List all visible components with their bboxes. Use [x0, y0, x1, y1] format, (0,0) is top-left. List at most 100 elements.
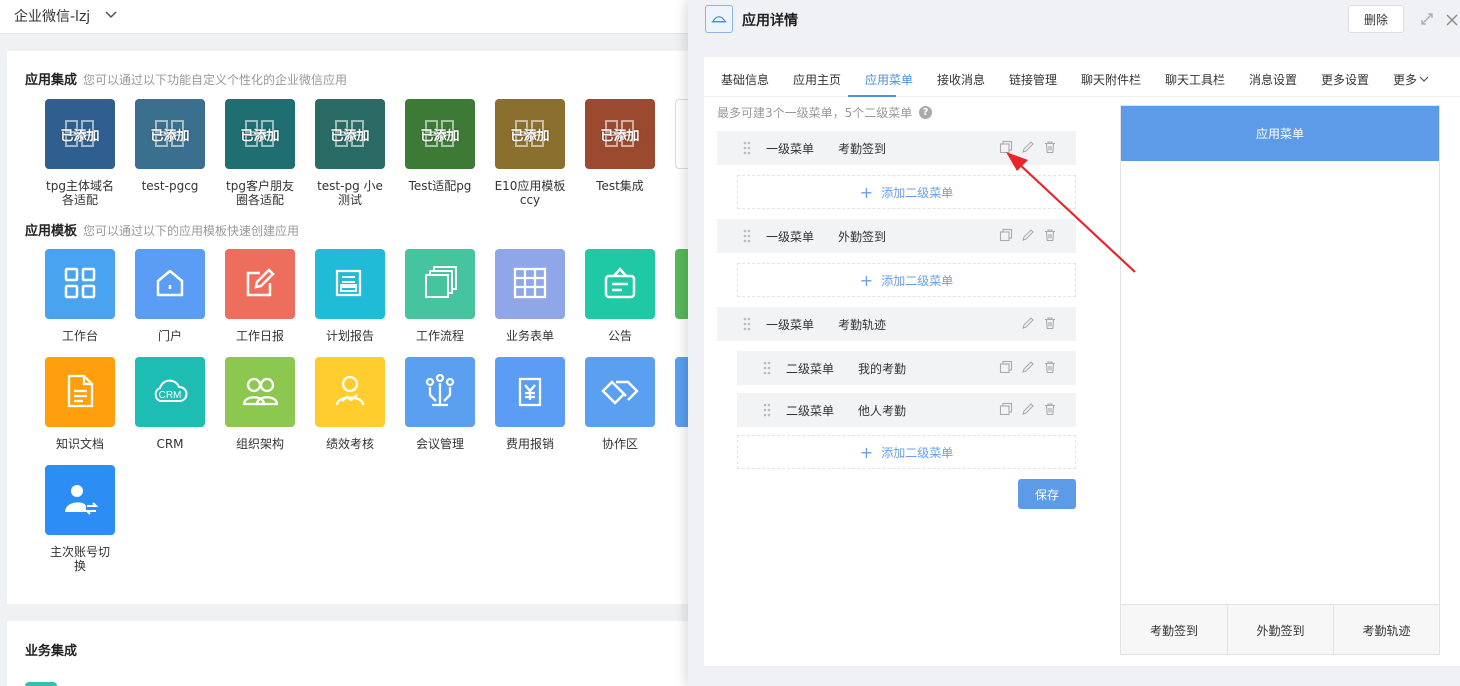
save-button[interactable]: 保存 — [1018, 479, 1076, 509]
tab-basic-info[interactable]: 基础信息 — [721, 71, 769, 88]
tab-app-menu[interactable]: 应用菜单 — [865, 71, 913, 88]
app-tile[interactable]: 已添加 — [315, 99, 385, 169]
added-badge: 已添加 — [60, 129, 100, 144]
app-tile[interactable]: CRM — [135, 357, 205, 427]
app-tile-label: 知识文档 — [35, 437, 125, 451]
tab-message-settings[interactable]: 消息设置 — [1249, 71, 1297, 88]
drag-handle-icon[interactable] — [763, 360, 771, 376]
app-tile-label: 协作区 — [575, 437, 665, 451]
meeting-icon — [420, 371, 460, 414]
app-tile[interactable] — [495, 249, 565, 319]
close-icon[interactable] — [1446, 12, 1458, 26]
added-badge: 已添加 — [240, 129, 280, 144]
app-tile-label: 费用报销 — [485, 437, 575, 451]
preview-tab[interactable]: 考勤签到 — [1121, 605, 1227, 655]
drag-handle-icon[interactable] — [743, 316, 751, 332]
app-tile-label-line: 知识文档 — [55, 437, 104, 451]
app-tile[interactable] — [405, 249, 475, 319]
added-badge: 已添加 — [150, 129, 190, 144]
add-submenu-button[interactable]: + 添加二级菜单 — [737, 175, 1076, 209]
app-tile[interactable] — [315, 249, 385, 319]
app-tile[interactable]: 已添加 — [225, 99, 295, 169]
app-tile-label: test-pg 小e 测试 — [305, 179, 395, 207]
app-tile[interactable] — [45, 357, 115, 427]
app-tile[interactable]: 已添加 — [495, 99, 565, 169]
added-badge: 已添加 — [600, 129, 640, 144]
templates-section-subtitle: 您可以通过以下的应用模板快速创建应用 — [83, 224, 300, 238]
app-tile[interactable] — [315, 357, 385, 427]
app-tile[interactable] — [585, 357, 655, 427]
app-tile[interactable]: 已添加 — [135, 99, 205, 169]
templates-section-title: 应用模板 您可以通过以下的应用模板快速创建应用 — [25, 224, 300, 239]
app-tile-label: 绩效考核 — [305, 437, 395, 451]
menu-row-level2[interactable]: 二级菜单 我的考勤 — [737, 351, 1076, 385]
svg-text:CRM: CRM — [159, 390, 182, 401]
app-tile-label: 业务表单 — [485, 329, 575, 343]
app-tile[interactable] — [495, 357, 565, 427]
add-submenu-button[interactable]: + 添加二级菜单 — [737, 263, 1076, 297]
delete-icon[interactable] — [1043, 402, 1057, 416]
menu-name: 考勤轨迹 — [838, 318, 887, 332]
file-icon — [60, 371, 100, 414]
app-tile[interactable] — [225, 357, 295, 427]
drag-handle-icon[interactable] — [763, 402, 771, 418]
app-tile[interactable] — [585, 249, 655, 319]
edit-icon[interactable] — [1021, 316, 1035, 330]
edit-icon[interactable] — [1021, 402, 1035, 416]
menu-row-level1[interactable]: 一级菜单 考勤轨迹 — [717, 307, 1076, 341]
add-submenu-button[interactable]: + 添加二级菜单 — [737, 435, 1076, 469]
help-icon[interactable]: ? — [919, 106, 932, 119]
menu-level-label: 一级菜单 — [766, 142, 815, 156]
app-tile-label-line: Test集成 — [596, 179, 644, 193]
app-tile-label: tpg主体域名 各适配 — [35, 179, 125, 207]
chevron-down-icon — [1419, 76, 1429, 82]
tab-chat-toolbar[interactable]: 聊天工具栏 — [1165, 71, 1225, 88]
app-tile[interactable] — [45, 249, 115, 319]
edit-icon[interactable] — [1021, 360, 1035, 374]
tab-more[interactable]: 更多 — [1393, 71, 1429, 88]
chevron-down-icon[interactable] — [104, 8, 118, 22]
preview-tab[interactable]: 考勤轨迹 — [1333, 605, 1439, 655]
drag-handle-icon[interactable] — [743, 228, 751, 244]
org-name[interactable]: 企业微信-lzj — [14, 6, 90, 26]
copy-icon[interactable] — [999, 402, 1013, 416]
edit-icon[interactable] — [1021, 228, 1035, 242]
preview-header: 应用菜单 — [1121, 106, 1439, 161]
copy-icon[interactable] — [999, 360, 1013, 374]
delete-icon[interactable] — [1043, 316, 1057, 330]
app-tile-label-line: test-pgcg — [141, 179, 199, 193]
drag-handle-icon[interactable] — [743, 140, 751, 156]
top-bar: 企业微信-lzj — [0, 0, 690, 34]
app-tile[interactable] — [45, 465, 115, 535]
copy-icon[interactable] — [999, 140, 1013, 154]
notice-icon — [600, 263, 640, 306]
delete-icon[interactable] — [1043, 140, 1057, 154]
app-tile[interactable] — [225, 249, 295, 319]
tab-link-management[interactable]: 链接管理 — [1009, 71, 1057, 88]
copy-icon[interactable] — [999, 228, 1013, 242]
menu-row-level2[interactable]: 二级菜单 他人考勤 — [737, 393, 1076, 427]
preview-tab[interactable]: 外勤签到 — [1227, 605, 1333, 655]
menu-name: 外勤签到 — [838, 230, 887, 244]
person-chart-icon — [330, 371, 370, 414]
tab-chat-attachment[interactable]: 聊天附件栏 — [1081, 71, 1141, 88]
business-item-icon — [25, 682, 57, 686]
edit-icon[interactable] — [1021, 140, 1035, 154]
app-tile[interactable] — [405, 357, 475, 427]
tab-receive-message[interactable]: 接收消息 — [937, 71, 985, 88]
tab-app-home[interactable]: 应用主页 — [793, 71, 841, 88]
menu-row-level1[interactable]: 一级菜单 考勤签到 — [717, 131, 1076, 165]
app-tile[interactable]: 已添加 — [585, 99, 655, 169]
delete-icon[interactable] — [1043, 228, 1057, 242]
expand-icon[interactable] — [1420, 12, 1434, 26]
app-tile-label-line: 工作日报 — [235, 329, 284, 343]
app-tile[interactable]: 已添加 — [45, 99, 115, 169]
plus-icon: + — [859, 182, 874, 202]
tab-more-settings[interactable]: 更多设置 — [1321, 71, 1369, 88]
menu-level-label: 二级菜单 — [786, 362, 835, 376]
delete-icon[interactable] — [1043, 360, 1057, 374]
menu-row-level1[interactable]: 一级菜单 外勤签到 — [717, 219, 1076, 253]
delete-button[interactable]: 删除 — [1348, 5, 1404, 33]
app-tile[interactable]: 已添加 — [405, 99, 475, 169]
app-tile[interactable] — [135, 249, 205, 319]
